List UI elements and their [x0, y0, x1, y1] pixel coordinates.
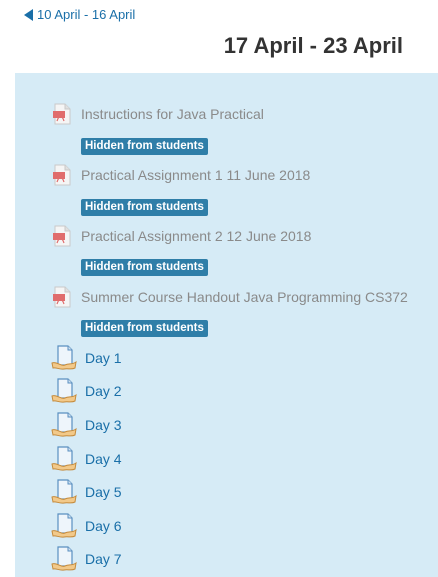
- hidden-badge: Hidden from students: [81, 138, 208, 155]
- day-label[interactable]: Day 2: [85, 383, 122, 399]
- book-icon: [51, 546, 77, 571]
- resource-item[interactable]: Practical Assignment 2 12 June 2018: [51, 225, 311, 247]
- hidden-badge: Hidden from students: [81, 320, 208, 337]
- resource-item[interactable]: Practical Assignment 1 11 June 2018: [51, 164, 310, 186]
- book-icon: [51, 345, 77, 370]
- pdf-icon: [53, 103, 71, 125]
- day-label[interactable]: Day 5: [85, 484, 122, 500]
- pdf-icon: [53, 225, 71, 247]
- book-icon: [51, 412, 77, 437]
- book-icon: [51, 513, 77, 538]
- pdf-icon: [53, 164, 71, 186]
- resource-label[interactable]: Practical Assignment 1 11 June 2018: [81, 167, 310, 183]
- day-link[interactable]: Day 7: [51, 546, 122, 572]
- day-link[interactable]: Day 2: [51, 378, 122, 404]
- left-arrow-icon: [24, 8, 33, 21]
- resource-item[interactable]: Instructions for Java Practical: [51, 103, 264, 125]
- hidden-badge: Hidden from students: [81, 259, 208, 276]
- hidden-badge: Hidden from students: [81, 199, 208, 216]
- resource-label[interactable]: Practical Assignment 2 12 June 2018: [81, 228, 311, 244]
- day-link[interactable]: Day 6: [51, 513, 122, 539]
- book-icon: [51, 378, 77, 403]
- pdf-icon: [53, 286, 71, 308]
- day-link[interactable]: Day 3: [51, 412, 122, 438]
- previous-week-label: 10 April - 16 April: [37, 7, 136, 22]
- day-label[interactable]: Day 6: [85, 518, 122, 534]
- resource-label[interactable]: Instructions for Java Practical: [81, 106, 264, 122]
- book-icon: [51, 446, 77, 471]
- day-label[interactable]: Day 1: [85, 350, 122, 366]
- day-link[interactable]: Day 1: [51, 345, 122, 371]
- day-link[interactable]: Day 4: [51, 446, 122, 472]
- week-section: Instructions for Java Practical Hidden f…: [15, 73, 438, 577]
- day-label[interactable]: Day 4: [85, 451, 122, 467]
- previous-week-link[interactable]: 10 April - 16 April: [24, 7, 135, 22]
- resource-item[interactable]: Summer Course Handout Java Programming C…: [51, 286, 408, 308]
- resource-label[interactable]: Summer Course Handout Java Programming C…: [81, 289, 408, 305]
- book-icon: [51, 479, 77, 504]
- day-link[interactable]: Day 5: [51, 479, 122, 505]
- day-label[interactable]: Day 3: [85, 417, 122, 433]
- day-label[interactable]: Day 7: [85, 551, 122, 567]
- week-title: 17 April - 23 April: [223, 33, 403, 58]
